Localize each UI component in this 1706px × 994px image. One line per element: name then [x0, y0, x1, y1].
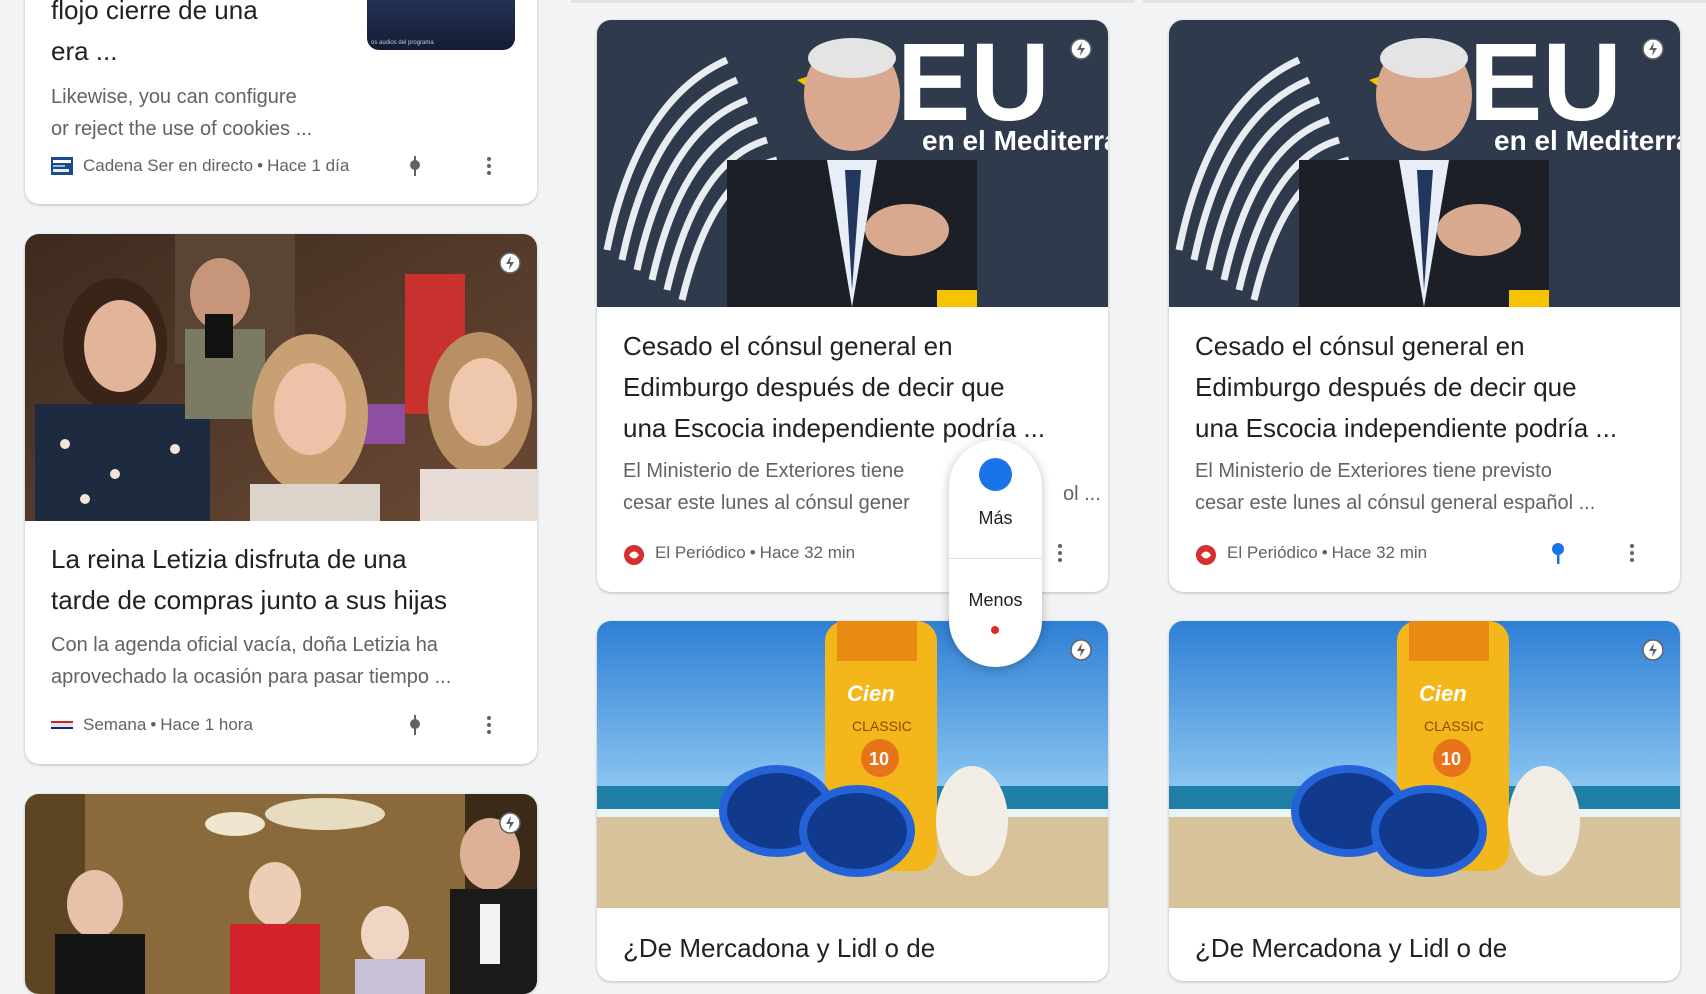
timestamp: Hace 1 hora — [160, 715, 253, 734]
title-line: tarde de compras junto a sus hijas — [51, 585, 447, 615]
snippet-line: aprovechado la ocasión para pasar tiempo… — [51, 666, 452, 688]
title-line: Edimburgo después de decir que — [623, 372, 1005, 402]
image-subtitle-text: en el Mediterrá — [1494, 125, 1680, 156]
card-snippet: Likewise, you can configure or reject th… — [51, 81, 511, 145]
bottle-brand-text: Cien — [1419, 681, 1467, 706]
card-image[interactable] — [25, 234, 537, 521]
amp-bolt-icon — [1642, 38, 1664, 60]
source-name: Semana — [83, 715, 147, 734]
more-vert-icon[interactable] — [477, 713, 501, 737]
amp-bolt-icon — [1070, 639, 1092, 661]
news-card[interactable]: Cien CLASSIC 10 ¿De Mercadona y Lidl o d… — [597, 621, 1108, 981]
card-image[interactable]: Cien CLASSIC 10 — [1169, 621, 1680, 908]
snippet-tail: ol ... — [1063, 483, 1101, 505]
card-snippet: El Ministerio de Exteriores tiene previs… — [1195, 455, 1654, 519]
news-card[interactable]: EU en el Mediterrá Cesado el cónsul gene… — [1169, 20, 1680, 592]
card-image[interactable]: EU en el Mediterrá — [1169, 20, 1680, 307]
news-card[interactable]: La reina Letizia disfruta de una tarde d… — [25, 234, 537, 764]
thumbnail-caption: os audios del programa — [371, 40, 434, 46]
snippet-line: cesar este lunes al cónsul general españ… — [1195, 492, 1596, 514]
more-vert-icon[interactable] — [477, 154, 501, 178]
more-button[interactable]: Más — [949, 508, 1042, 529]
source-name: Cadena Ser en directo — [83, 156, 254, 175]
bottle-brand-text: Cien — [847, 681, 895, 706]
feedback-popup: Más Menos — [949, 440, 1042, 667]
card-snippet: El Ministerio de Exteriores tiene cesar … — [623, 455, 963, 519]
timestamp: Hace 32 min — [759, 543, 856, 562]
bottle-label-text: CLASSIC — [1424, 718, 1484, 734]
title-line: La reina Letizia disfruta de una — [51, 544, 407, 574]
pin-icon[interactable] — [403, 713, 427, 737]
title-line: una Escocia independiente podría ... — [1195, 413, 1618, 443]
top-divider — [571, 0, 1134, 3]
indicator-dot-icon — [991, 626, 999, 634]
card-image[interactable] — [25, 794, 537, 994]
bottle-spf-text: 10 — [869, 749, 889, 769]
card-title[interactable]: Cesado el cónsul general en Edimburgo de… — [1195, 326, 1654, 449]
card-image[interactable]: Cien CLASSIC 10 — [597, 621, 1108, 908]
card-title[interactable]: ¿De Mercadona y Lidl o de — [623, 928, 1082, 969]
news-card[interactable]: flojo cierre de una era ... Likewise, yo… — [25, 0, 537, 204]
title-line: era ... — [51, 36, 118, 66]
image-subtitle-text: en el Mediterrá — [922, 125, 1108, 156]
amp-bolt-icon — [499, 252, 521, 274]
card-title[interactable]: La reina Letizia disfruta de una tarde d… — [51, 539, 511, 621]
amp-bolt-icon — [1642, 639, 1664, 661]
snippet-line: Likewise, you can configure — [51, 86, 297, 108]
title-line: flojo cierre de una — [51, 0, 258, 25]
news-card[interactable]: Cien CLASSIC 10 ¿De Mercadona y Lidl o d… — [1169, 621, 1680, 981]
selection-dot-icon[interactable] — [979, 458, 1012, 491]
snippet-line: El Ministerio de Exteriores tiene previs… — [1195, 460, 1552, 482]
card-snippet: Con la agenda oficial vacía, doña Letizi… — [51, 629, 511, 693]
card-title[interactable]: ¿De Mercadona y Lidl o de — [1195, 928, 1654, 969]
news-card[interactable] — [25, 794, 537, 994]
source-logo-icon — [51, 716, 73, 734]
source-name: El Periódico — [655, 543, 746, 562]
snippet-line: Con la agenda oficial vacía, doña Letizi… — [51, 634, 438, 656]
source-logo-icon — [1195, 544, 1217, 565]
more-vert-icon[interactable] — [1048, 541, 1072, 565]
card-meta: Cadena Ser en directo • Hace 1 día — [51, 151, 515, 181]
source-name: El Periódico — [1227, 543, 1318, 562]
bottle-label-text: CLASSIC — [852, 718, 912, 734]
more-vert-icon[interactable] — [1620, 541, 1644, 565]
pin-icon[interactable] — [403, 154, 427, 178]
source-and-time: El Periódico • Hace 32 min — [1227, 543, 1428, 562]
less-button[interactable]: Menos — [949, 590, 1042, 611]
amp-bolt-icon — [1070, 38, 1092, 60]
card-title[interactable]: flojo cierre de una era ... — [51, 0, 351, 72]
top-divider — [1143, 0, 1706, 3]
card-meta: El Periódico • Hace 32 min — [1195, 538, 1658, 568]
snippet-line: or reject the use of cookies ... — [51, 118, 313, 140]
pin-icon[interactable] — [1546, 541, 1570, 565]
source-logo-icon — [623, 544, 645, 565]
amp-bolt-icon — [499, 812, 521, 834]
card-title[interactable]: Cesado el cónsul general en Edimburgo de… — [623, 326, 1082, 449]
source-and-time: Cadena Ser en directo • Hace 1 día — [83, 156, 350, 175]
card-image[interactable]: EU en el Mediterrá — [597, 20, 1108, 307]
source-and-time: El Periódico • Hace 32 min — [655, 543, 856, 562]
popup-divider — [949, 558, 1042, 559]
source-and-time: Semana • Hace 1 hora — [83, 715, 253, 734]
bottle-spf-text: 10 — [1441, 749, 1461, 769]
timestamp: Hace 1 día — [267, 156, 350, 175]
source-logo-icon — [51, 157, 73, 175]
timestamp: Hace 32 min — [1331, 543, 1428, 562]
title-line: Cesado el cónsul general en — [623, 331, 953, 361]
snippet-line: cesar este lunes al cónsul gener — [623, 492, 910, 514]
title-line: Edimburgo después de decir que — [1195, 372, 1577, 402]
title-line: Cesado el cónsul general en — [1195, 331, 1525, 361]
card-thumbnail[interactable]: os audios del programa — [367, 0, 515, 50]
card-meta: Semana • Hace 1 hora — [51, 710, 515, 740]
snippet-line: El Ministerio de Exteriores tiene — [623, 460, 905, 482]
